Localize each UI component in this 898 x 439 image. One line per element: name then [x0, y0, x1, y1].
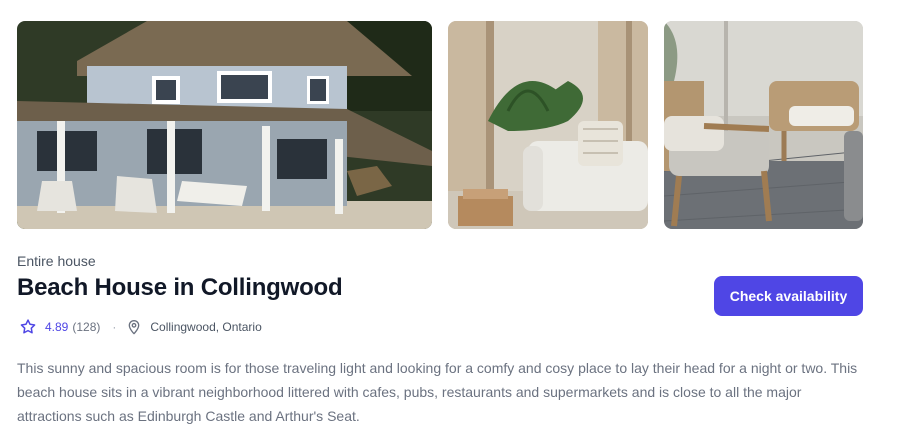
living-room-photo[interactable]: [448, 21, 648, 229]
listing-meta: 4.89 (128) · Collingwood, Ontario: [19, 317, 262, 337]
listing-title: Beach House in Collingwood: [17, 274, 343, 301]
photo-gallery: [17, 21, 863, 229]
listing-type: Entire house: [17, 253, 96, 269]
listing-description: This sunny and spacious room is for thos…: [17, 360, 858, 424]
location-label: Collingwood, Ontario: [150, 320, 262, 334]
star-icon: [19, 318, 37, 336]
rating-value: 4.89: [45, 320, 69, 334]
meta-separator: ·: [112, 320, 117, 334]
review-count[interactable]: (128): [72, 320, 100, 334]
beach-house-photo[interactable]: [17, 21, 432, 229]
map-pin-icon: [126, 318, 142, 336]
patio-photo[interactable]: [664, 21, 863, 229]
check-availability-button[interactable]: Check availability: [714, 276, 863, 316]
